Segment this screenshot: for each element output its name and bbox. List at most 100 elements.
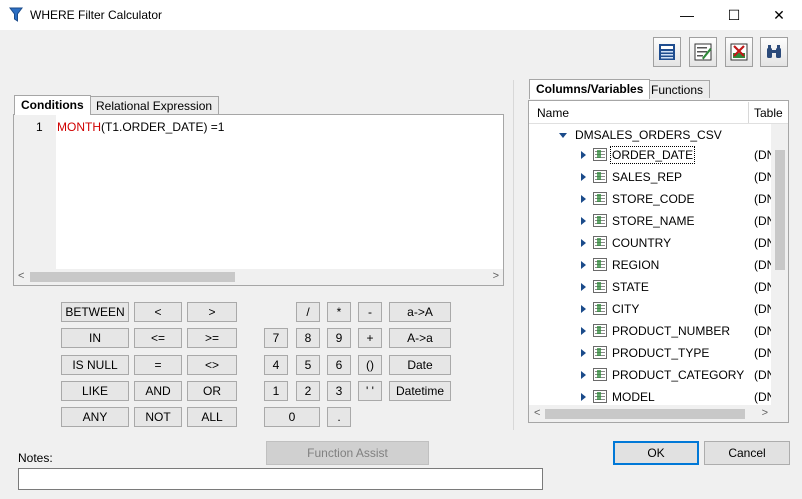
expand-icon[interactable] — [581, 173, 586, 181]
tree-item[interactable]: PRODUCT_NUMBER (DN — [529, 320, 775, 342]
root-label: DMSALES_ORDERS_CSV — [575, 128, 722, 142]
greater-equal-button[interactable]: >= — [187, 328, 237, 348]
digit-2-button[interactable]: 2 — [296, 381, 320, 401]
columns-tree[interactable]: Name Table DMSALES_ORDERS_CSV ORDER_DATE… — [528, 100, 789, 423]
scroll-thumb[interactable] — [30, 272, 235, 282]
like-button[interactable]: LIKE — [61, 381, 129, 401]
expand-icon[interactable] — [581, 261, 586, 269]
editor-horizontal-scrollbar[interactable]: < > — [14, 269, 503, 285]
header-table[interactable]: Table — [754, 106, 783, 120]
lower-to-upper-button[interactable]: a->A — [389, 302, 451, 322]
is-null-button[interactable]: IS NULL — [61, 355, 129, 375]
tree-horizontal-scrollbar[interactable]: < > — [529, 405, 788, 422]
date-button[interactable]: Date — [389, 355, 451, 375]
column-icon — [593, 236, 607, 249]
digit-6-button[interactable]: 6 — [327, 355, 351, 375]
tree-item[interactable]: SALES_REP (DN — [529, 166, 775, 188]
expand-icon[interactable] — [581, 371, 586, 379]
edit-sql-button[interactable] — [689, 37, 717, 67]
all-button[interactable]: ALL — [187, 407, 237, 427]
greater-than-button[interactable]: > — [187, 302, 237, 322]
digit-1-button[interactable]: 1 — [264, 381, 288, 401]
or-button[interactable]: OR — [187, 381, 237, 401]
less-equal-button[interactable]: <= — [134, 328, 182, 348]
tree-vertical-scrollbar[interactable] — [771, 124, 788, 406]
ok-button[interactable]: OK — [613, 441, 699, 465]
vertical-scroll-thumb[interactable] — [775, 150, 785, 270]
digit-5-button[interactable]: 5 — [296, 355, 320, 375]
expand-icon[interactable] — [581, 239, 586, 247]
tab-functions[interactable]: Functions — [644, 80, 711, 98]
tree-root-node[interactable]: DMSALES_ORDERS_CSV — [559, 125, 722, 145]
column-name: ORDER_DATE — [609, 146, 696, 164]
sql-button[interactable] — [653, 37, 681, 67]
column-name: MODEL — [612, 390, 655, 404]
decimal-point-button[interactable]: . — [327, 407, 351, 427]
column-icon — [593, 258, 607, 271]
collapse-icon[interactable] — [559, 132, 567, 138]
digit-7-button[interactable]: 7 — [264, 328, 288, 348]
find-button[interactable] — [760, 37, 788, 67]
scroll-thumb[interactable] — [545, 409, 745, 419]
expand-icon[interactable] — [581, 349, 586, 357]
any-button[interactable]: ANY — [61, 407, 129, 427]
expand-icon[interactable] — [581, 283, 586, 291]
expand-icon[interactable] — [581, 217, 586, 225]
column-icon — [593, 214, 607, 227]
tree-item[interactable]: PRODUCT_CATEGORY (DN — [529, 364, 775, 386]
sql-cancel-button[interactable] — [725, 37, 753, 67]
header-divider[interactable] — [748, 102, 749, 123]
not-equal-button[interactable]: <> — [187, 355, 237, 375]
plus-button[interactable]: + — [358, 328, 382, 348]
close-button[interactable]: ✕ — [756, 0, 802, 30]
datetime-button[interactable]: Datetime — [389, 381, 451, 401]
tree-item[interactable]: ORDER_DATE (DN — [529, 144, 775, 166]
tree-item[interactable]: STORE_NAME (DN — [529, 210, 775, 232]
digit-9-button[interactable]: 9 — [327, 328, 351, 348]
tab-columns-variables[interactable]: Columns/Variables — [529, 79, 651, 99]
expand-icon[interactable] — [581, 393, 586, 401]
tree-item[interactable]: COUNTRY (DN — [529, 232, 775, 254]
tree-item[interactable]: REGION (DN — [529, 254, 775, 276]
digit-8-button[interactable]: 8 — [296, 328, 320, 348]
maximize-button[interactable]: ☐ — [711, 0, 757, 30]
in-button[interactable]: IN — [61, 328, 129, 348]
tree-item[interactable]: PRODUCT_TYPE (DN — [529, 342, 775, 364]
minus-button[interactable]: - — [358, 302, 382, 322]
function-assist-button[interactable]: Function Assist — [266, 441, 429, 465]
tree-item[interactable]: CITY (DN — [529, 298, 775, 320]
less-than-button[interactable]: < — [134, 302, 182, 322]
cancel-button[interactable]: Cancel — [704, 441, 790, 465]
and-button[interactable]: AND — [134, 381, 182, 401]
between-button[interactable]: BETWEEN — [61, 302, 129, 322]
tree-item[interactable]: STORE_CODE (DN — [529, 188, 775, 210]
tab-relational-expression[interactable]: Relational Expression — [89, 96, 220, 114]
header-name[interactable]: Name — [537, 106, 569, 120]
column-icon — [593, 170, 607, 183]
scroll-left-icon[interactable]: < — [534, 407, 540, 419]
equals-button[interactable]: = — [134, 355, 182, 375]
expand-icon[interactable] — [581, 327, 586, 335]
condition-editor[interactable]: 1 MONTH(T1.ORDER_DATE) =1 < > — [13, 114, 504, 286]
scroll-right-icon[interactable]: > — [493, 270, 499, 282]
quotes-button[interactable]: ' ' — [358, 381, 382, 401]
expand-icon[interactable] — [581, 305, 586, 313]
digit-0-button[interactable]: 0 — [264, 407, 320, 427]
not-button[interactable]: NOT — [134, 407, 182, 427]
column-icon — [593, 302, 607, 315]
minimize-button[interactable]: — — [664, 0, 710, 30]
scroll-right-icon[interactable]: > — [762, 407, 768, 419]
multiply-button[interactable]: * — [327, 302, 351, 322]
digit-3-button[interactable]: 3 — [327, 381, 351, 401]
tree-item[interactable]: STATE (DN — [529, 276, 775, 298]
tab-conditions[interactable]: Conditions — [14, 95, 91, 115]
parentheses-button[interactable]: () — [358, 355, 382, 375]
divide-button[interactable]: / — [296, 302, 320, 322]
expand-icon[interactable] — [581, 195, 586, 203]
column-icon — [593, 324, 607, 337]
scroll-left-icon[interactable]: < — [18, 270, 24, 282]
notes-input[interactable] — [18, 468, 543, 490]
upper-to-lower-button[interactable]: A->a — [389, 328, 451, 348]
digit-4-button[interactable]: 4 — [264, 355, 288, 375]
expand-icon[interactable] — [581, 151, 586, 159]
